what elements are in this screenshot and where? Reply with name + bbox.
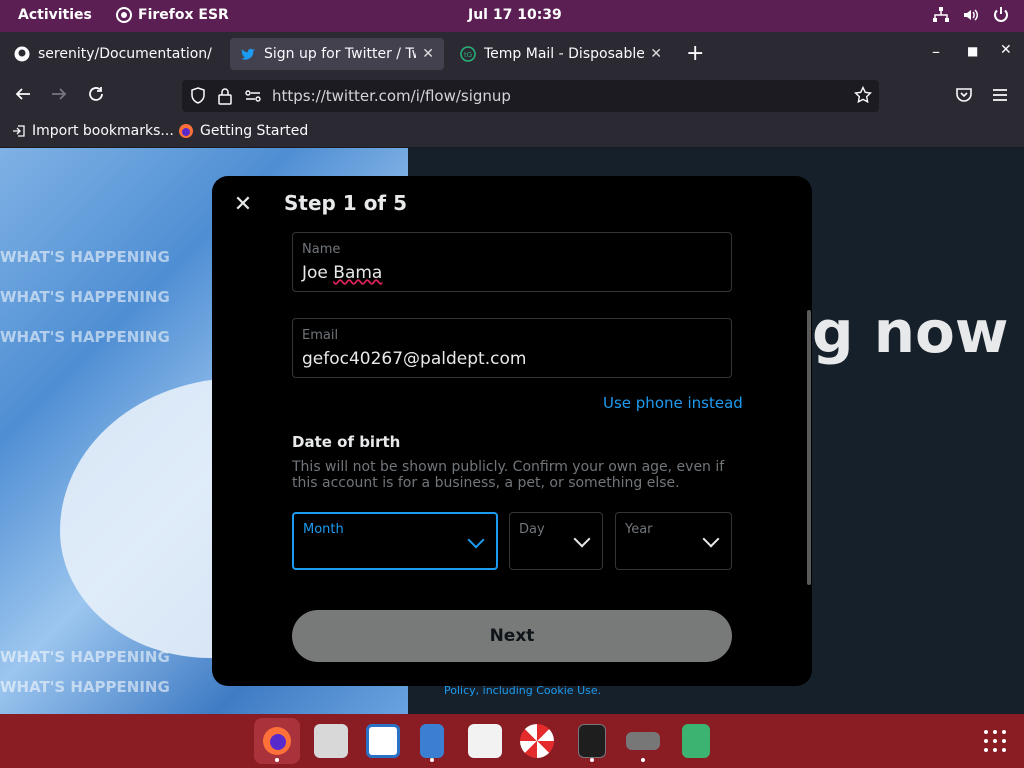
bookmark-star-icon[interactable]: [853, 85, 873, 108]
bookmarks-bar: Import bookmarks... Getting Started: [0, 116, 1024, 148]
bookmark-import[interactable]: Import bookmarks...: [12, 123, 174, 139]
firefox-icon: [178, 123, 194, 139]
tab-label: Temp Mail - Disposable Te: [484, 46, 645, 62]
running-indicator: [430, 758, 434, 762]
tracking-protection-icon[interactable]: [190, 87, 206, 109]
app-name: Firefox ESR: [138, 7, 229, 23]
dob-description: This will not be shown publicly. Confirm…: [292, 459, 725, 491]
dock-help[interactable]: [520, 724, 554, 758]
name-field[interactable]: Name Joe Bama: [292, 232, 732, 292]
twitter-icon: [240, 46, 256, 62]
forward-icon[interactable]: [50, 85, 68, 107]
bookmark-getting-started[interactable]: Getting Started: [178, 123, 308, 139]
minimize-icon[interactable]: –: [932, 42, 940, 61]
dock: [0, 714, 1024, 768]
github-icon: [14, 46, 30, 62]
day-select[interactable]: Day: [509, 512, 603, 570]
firefox-icon: [116, 7, 132, 23]
dock-software[interactable]: [468, 724, 502, 758]
name-label: Name: [302, 242, 341, 257]
dock-files[interactable]: [420, 724, 444, 758]
month-select[interactable]: Month: [292, 512, 498, 570]
pocket-icon[interactable]: [955, 86, 973, 108]
dock-writer[interactable]: [366, 724, 400, 758]
use-phone-link[interactable]: Use phone instead: [603, 394, 743, 412]
url-bar[interactable]: https://twitter.com/i/flow/signup: [182, 80, 879, 112]
chevron-down-icon: [467, 531, 485, 549]
year-select[interactable]: Year: [615, 512, 732, 570]
tab-label: Sign up for Twitter / Twitt: [264, 46, 416, 62]
system-tray[interactable]: [932, 6, 1010, 24]
email-field[interactable]: Email gefoc40267@paldept.com: [292, 318, 732, 378]
close-window-icon[interactable]: ✕: [1000, 42, 1012, 58]
dock-evolution[interactable]: [314, 724, 348, 758]
app-grid-icon[interactable]: [984, 730, 1006, 752]
dock-terminal[interactable]: [578, 724, 606, 758]
reload-icon[interactable]: [87, 85, 105, 107]
url-text: https://twitter.com/i/flow/signup: [272, 87, 511, 105]
chevron-down-icon: [573, 530, 591, 548]
bookmark-label: Getting Started: [200, 123, 309, 139]
chevron-down-icon: [702, 530, 720, 548]
signup-modal: ✕ Step 1 of 5 Name Joe Bama Email gefoc4…: [212, 176, 812, 686]
back-icon[interactable]: [14, 85, 32, 107]
email-value: gefoc40267@paldept.com: [302, 349, 527, 369]
volume-icon: [962, 6, 980, 24]
tempmail-icon: tG: [460, 46, 476, 62]
app-menu[interactable]: Firefox ESR: [116, 7, 229, 23]
running-indicator: [590, 758, 594, 762]
activities-button[interactable]: Activities: [18, 7, 92, 23]
close-tab-icon[interactable]: ✕: [422, 46, 434, 62]
clock[interactable]: Jul 17 10:39: [468, 7, 562, 23]
name-value: Joe Bama: [302, 263, 383, 283]
tab-twitter-signup[interactable]: Sign up for Twitter / Twitt ✕: [230, 38, 444, 70]
tab-bar: serenity/Documentation/ Sign up for Twit…: [0, 32, 1024, 76]
gnome-top-bar: Activities Firefox ESR Jul 17 10:39: [0, 0, 1024, 32]
year-label: Year: [625, 522, 653, 537]
nav-bar: https://twitter.com/i/flow/signup: [0, 76, 1024, 116]
close-icon[interactable]: ✕: [230, 192, 256, 218]
network-icon: [932, 6, 950, 24]
menu-icon[interactable]: [991, 86, 1009, 108]
dock-trash[interactable]: [682, 724, 710, 758]
day-label: Day: [519, 522, 545, 537]
tab-temp-mail[interactable]: tG Temp Mail - Disposable Te ✕: [450, 38, 672, 70]
permissions-icon[interactable]: [244, 88, 262, 108]
close-tab-icon[interactable]: ✕: [650, 46, 662, 62]
tab-serenity[interactable]: serenity/Documentation/: [4, 38, 226, 70]
new-tab-icon[interactable]: +: [686, 41, 704, 66]
svg-text:tG: tG: [464, 51, 472, 59]
power-icon: [992, 6, 1010, 24]
month-label: Month: [303, 522, 344, 537]
background-headline: g now: [812, 298, 1009, 366]
dob-heading: Date of birth: [292, 433, 401, 451]
maximize-icon[interactable]: ■: [967, 44, 978, 58]
import-icon: [12, 124, 26, 138]
running-indicator: [641, 758, 645, 762]
tab-label: serenity/Documentation/: [38, 46, 212, 62]
next-button[interactable]: Next: [292, 610, 732, 662]
modal-scrollbar[interactable]: [807, 310, 811, 585]
email-label: Email: [302, 328, 339, 343]
lock-icon[interactable]: [218, 87, 232, 109]
dock-vmware[interactable]: [626, 732, 660, 750]
step-title: Step 1 of 5: [284, 191, 408, 215]
running-indicator: [275, 758, 279, 762]
bookmark-label: Import bookmarks...: [32, 123, 174, 139]
